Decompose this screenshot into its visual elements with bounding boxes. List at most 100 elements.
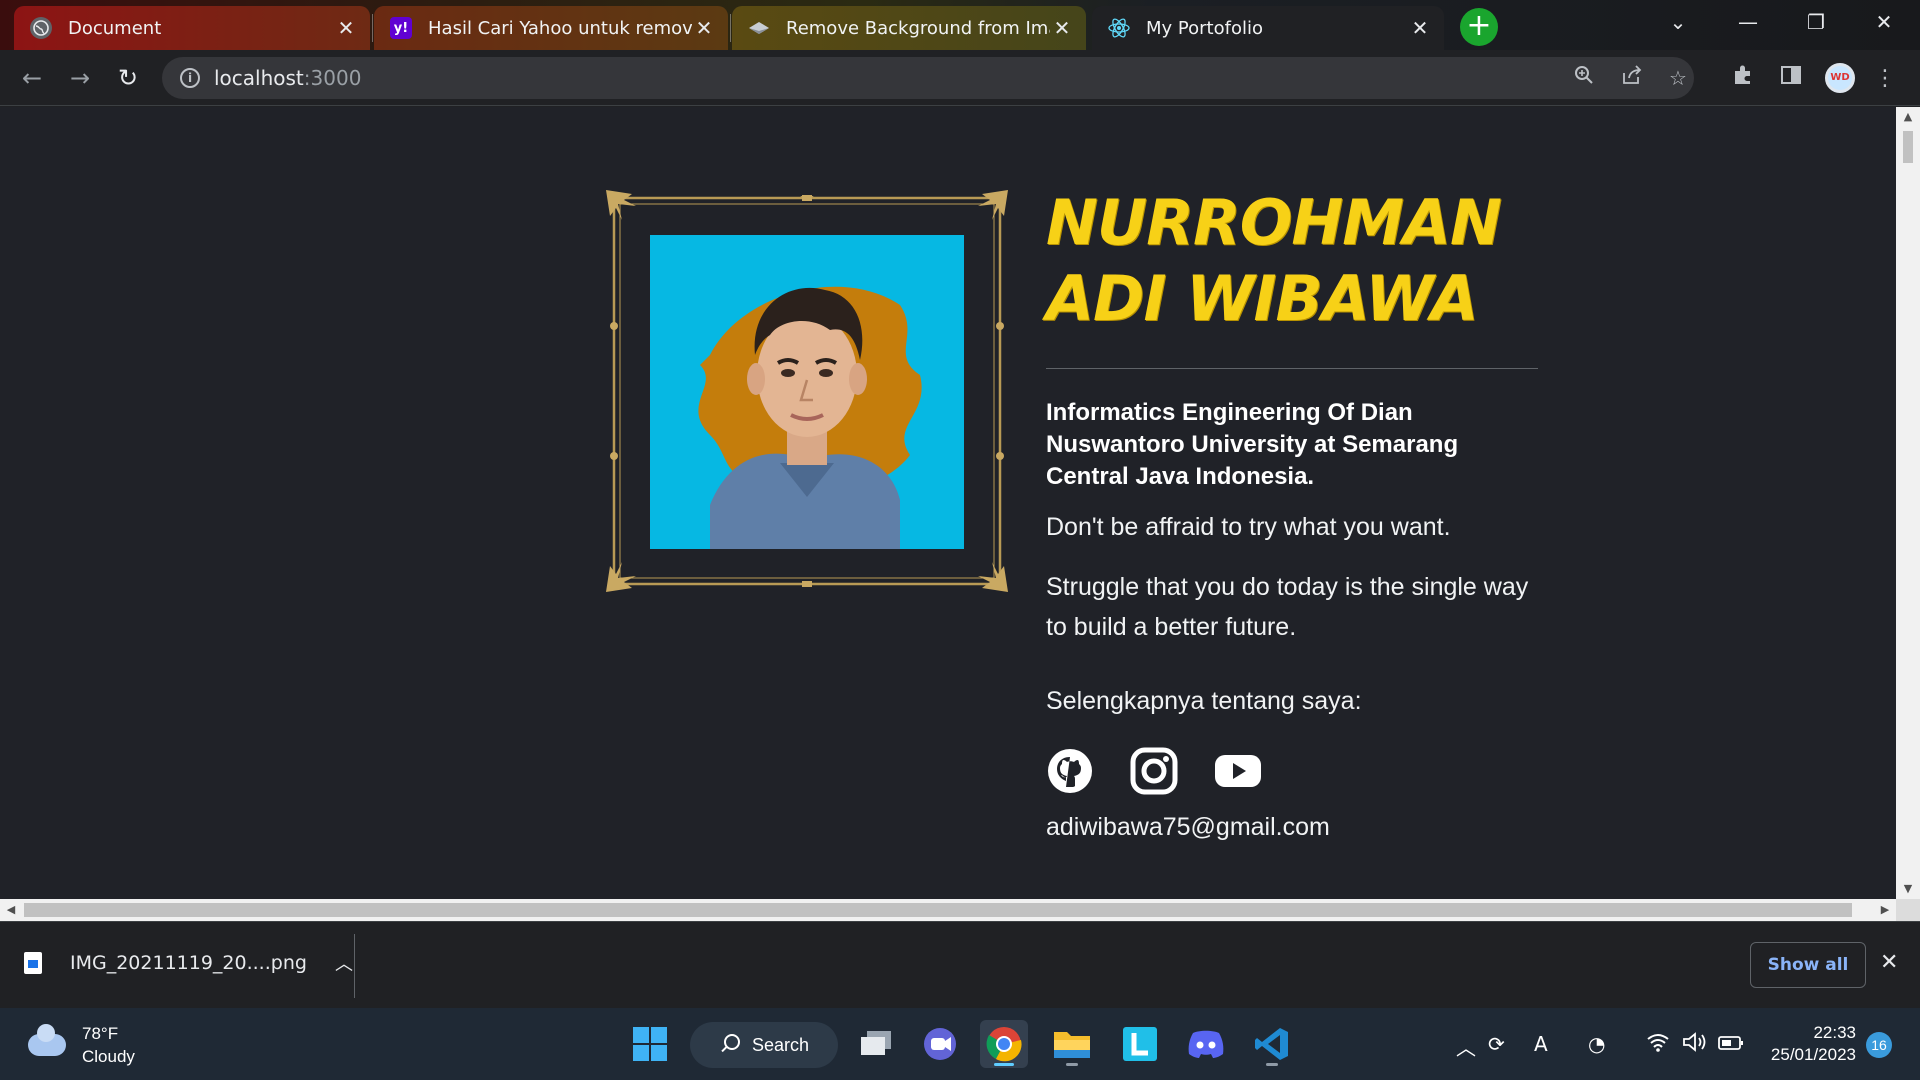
name-line-2: ADI WIBAWA — [1046, 262, 1479, 335]
l-app-icon[interactable] — [1116, 1020, 1164, 1068]
instagram-icon[interactable] — [1130, 747, 1178, 795]
address-bar[interactable]: i localhost:3000 ☆ — [162, 57, 1694, 99]
download-item[interactable]: IMG_20211119_20....png ︿ — [24, 950, 353, 976]
page-title: NURROHMAN ADI WIBAWA — [1046, 185, 1566, 337]
scroll-left-icon[interactable]: ◀ — [0, 899, 22, 921]
share-icon[interactable] — [1612, 57, 1652, 99]
motto-text: Don't be affraid to try what you want. — [1046, 513, 1451, 541]
tab-title: My Portofolio — [1146, 17, 1263, 39]
page-viewport: NURROHMAN ADI WIBAWA Informatics Enginee… — [0, 107, 1896, 899]
tab-title: Document — [68, 17, 162, 39]
github-icon[interactable] — [1046, 747, 1094, 795]
horizontal-scrollbar[interactable]: ◀ ▶ — [0, 899, 1896, 921]
clock-time: 22:33 — [1813, 1023, 1856, 1042]
avatar-illustration — [698, 286, 922, 549]
chevron-up-icon[interactable]: ︿ — [335, 950, 353, 976]
vscode-icon[interactable] — [1248, 1020, 1296, 1068]
bookmark-star-icon[interactable]: ☆ — [1658, 57, 1698, 99]
zoom-icon[interactable] — [1564, 57, 1604, 99]
tab-document[interactable]: Document ✕ — [14, 6, 370, 50]
react-icon — [1108, 17, 1130, 39]
divider — [1046, 368, 1538, 369]
windows-taskbar: 78°F Cloudy Search ︿ ⟳ A ◔ 22:33 25/01/2… — [0, 1008, 1920, 1080]
address-url: localhost:3000 — [214, 66, 362, 90]
chrome-icon[interactable] — [980, 1020, 1028, 1068]
start-button[interactable] — [626, 1020, 674, 1068]
back-button[interactable]: ← — [16, 62, 48, 94]
image-file-icon — [24, 952, 42, 974]
youtube-icon[interactable] — [1214, 747, 1262, 795]
close-icon[interactable]: ✕ — [1408, 16, 1432, 40]
scroll-right-icon[interactable]: ▶ — [1874, 899, 1896, 921]
task-view-icon[interactable] — [852, 1020, 900, 1068]
quote-text: Struggle that you do today is the single… — [1046, 573, 1529, 641]
teams-chat-icon[interactable] — [916, 1020, 964, 1068]
sync-icon[interactable]: ⟳ — [1488, 1032, 1505, 1056]
chevron-up-icon[interactable]: ︿ — [1456, 1032, 1476, 1061]
search-label: Search — [752, 1034, 810, 1055]
reload-button[interactable]: ↻ — [112, 62, 144, 94]
scrollbar-thumb[interactable] — [1903, 131, 1913, 163]
show-all-button[interactable]: Show all — [1750, 942, 1866, 988]
file-explorer-icon[interactable] — [1048, 1020, 1096, 1068]
restore-button[interactable]: ❐ — [1786, 0, 1846, 44]
power-icon[interactable]: ◔ — [1588, 1032, 1605, 1056]
minimize-button[interactable]: — — [1718, 0, 1778, 44]
browser-toolbar: ← → ↻ i localhost:3000 ☆ ⋮ — [0, 50, 1920, 106]
tab-search-chevron-icon[interactable]: ⌄ — [1648, 0, 1708, 44]
close-icon[interactable]: ✕ — [334, 16, 358, 40]
close-icon[interactable]: ✕ — [1880, 950, 1898, 975]
active-indicator — [994, 1063, 1014, 1066]
menu-kebab-icon[interactable]: ⋮ — [1870, 64, 1900, 94]
yahoo-icon: y! — [390, 17, 412, 39]
running-indicator — [1066, 1063, 1078, 1066]
tab-divider — [372, 14, 373, 42]
extensions-puzzle-icon[interactable] — [1728, 64, 1758, 94]
notification-badge[interactable]: 16 — [1866, 1032, 1892, 1058]
scrollbar-corner — [1896, 899, 1920, 921]
divider — [354, 934, 355, 998]
temperature: 78°F — [82, 1024, 119, 1043]
wifi-icon[interactable] — [1646, 1032, 1670, 1057]
name-line-1: NURROHMAN — [1046, 186, 1502, 259]
download-file-name: IMG_20211119_20....png — [70, 952, 307, 974]
scroll-down-icon[interactable]: ▼ — [1896, 879, 1920, 899]
discord-icon[interactable] — [1182, 1020, 1230, 1068]
scroll-up-icon[interactable]: ▲ — [1896, 107, 1920, 127]
subtitle: Informatics Engineering Of Dian Nuswanto… — [1046, 399, 1459, 490]
weather-condition: Cloudy — [82, 1047, 135, 1066]
info-icon[interactable]: i — [180, 68, 200, 88]
running-indicator — [1266, 1063, 1278, 1066]
side-panel-icon[interactable] — [1776, 64, 1806, 94]
close-icon[interactable]: ✕ — [1050, 16, 1074, 40]
language-icon[interactable]: A — [1534, 1032, 1548, 1056]
tab-yahoo[interactable]: y! Hasil Cari Yahoo untuk remove bg ✕ — [374, 6, 728, 50]
weather-widget[interactable]: 78°F Cloudy — [28, 1022, 135, 1068]
new-tab-button[interactable]: + — [1460, 8, 1498, 46]
search-icon — [724, 1034, 740, 1050]
tab-title: Remove Background from Image — [786, 17, 1050, 39]
tab-title: Hasil Cari Yahoo untuk remove bg — [428, 17, 692, 39]
close-icon[interactable]: ✕ — [692, 16, 716, 40]
scrollbar-thumb[interactable] — [24, 903, 1852, 917]
globe-icon — [30, 17, 52, 39]
profile-avatar[interactable]: WD — [1825, 63, 1855, 93]
cloud-icon — [28, 1024, 66, 1056]
taskbar-search[interactable]: Search — [690, 1022, 838, 1068]
forward-button[interactable]: → — [64, 62, 96, 94]
system-clock[interactable]: 22:33 25/01/2023 — [1760, 1022, 1856, 1066]
volume-icon[interactable] — [1682, 1032, 1708, 1057]
clock-date: 25/01/2023 — [1770, 1045, 1856, 1064]
tab-removebg[interactable]: Remove Background from Image ✕ — [732, 6, 1086, 50]
profile-portrait — [650, 235, 964, 549]
email-text: adiwibawa75@gmail.com — [1046, 813, 1330, 841]
removebg-icon — [748, 17, 770, 39]
vertical-scrollbar[interactable]: ▲ ▼ — [1896, 107, 1920, 899]
tab-my-portofolio[interactable]: My Portofolio ✕ — [1092, 6, 1444, 50]
tab-divider — [730, 14, 731, 42]
tab-strip: Document ✕ y! Hasil Cari Yahoo untuk rem… — [0, 0, 1920, 50]
battery-icon[interactable] — [1718, 1032, 1744, 1056]
more-about-label: Selengkapnya tentang saya: — [1046, 687, 1362, 715]
download-bar: IMG_20211119_20....png ︿ Show all ✕ — [0, 921, 1920, 1008]
close-window-button[interactable]: ✕ — [1854, 0, 1914, 44]
